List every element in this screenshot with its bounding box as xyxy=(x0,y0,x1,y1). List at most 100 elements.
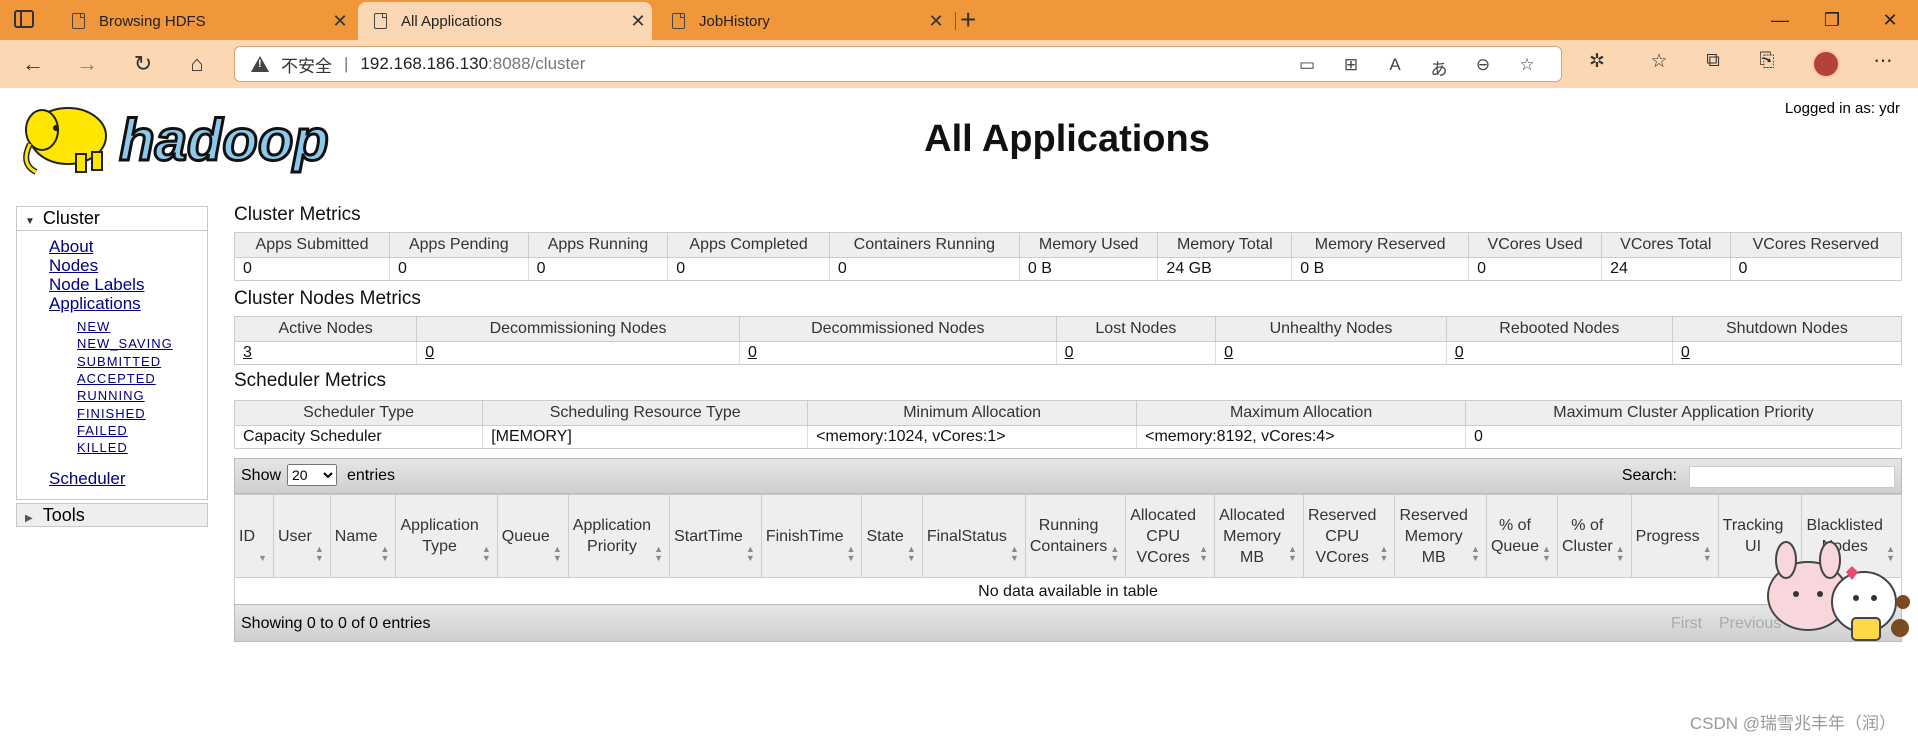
add-favorite-icon[interactable]: ☆ xyxy=(1515,55,1539,75)
page-icon xyxy=(72,13,85,29)
header-apps-completed: Apps Completed xyxy=(667,232,830,258)
new-tab-button[interactable]: + xyxy=(960,4,976,36)
link-shutdown-nodes[interactable]: 0 xyxy=(1681,344,1690,361)
header-scheduling-resource-type: Scheduling Resource Type xyxy=(482,400,809,426)
column-header-finishtime[interactable]: FinishTime ▲ ▼ xyxy=(760,494,863,578)
scheduler-metrics-title: Scheduler Metrics xyxy=(234,370,387,391)
zoom-out-icon[interactable]: ⊖ xyxy=(1471,55,1495,75)
restore-icon[interactable]: ❐ xyxy=(1812,6,1852,34)
state-link-accepted[interactable]: ACCEPTED xyxy=(77,371,156,386)
sidebar-tools-header[interactable]: ▶ Tools xyxy=(16,503,208,527)
state-link-submitted[interactable]: SUBMITTED xyxy=(77,354,161,369)
column-header-reserved-cpu-vcores[interactable]: Reserved CPU VCores ▲ ▼ xyxy=(1302,494,1396,578)
column-header-state[interactable]: State ▲ ▼ xyxy=(861,494,923,578)
read-aloud-icon[interactable]: A xyxy=(1383,55,1407,75)
sort-descending-icon: ▼ xyxy=(258,553,267,563)
column-header-running-containers[interactable]: Running Containers ▲ ▼ xyxy=(1024,494,1127,578)
column-header-name[interactable]: Name ▲ ▼ xyxy=(329,494,397,578)
column-header-label: Allocated Memory MB xyxy=(1219,506,1285,566)
extensions-icon[interactable]: ✲ xyxy=(1582,50,1612,73)
column-header-starttime[interactable]: StartTime ▲ ▼ xyxy=(669,494,762,578)
column-header-user[interactable]: User ▲ ▼ xyxy=(273,494,331,578)
sidebar-cluster-header[interactable]: ▼ Cluster xyxy=(17,207,207,231)
url-field[interactable]: 不安全 | 192.168.186.130:8088/cluster ▭ ⊞ A… xyxy=(234,46,1562,82)
tab-all-applications[interactable]: All Applications ✕ xyxy=(358,2,652,40)
column-header-finalstatus[interactable]: FinalStatus ▲ ▼ xyxy=(921,494,1026,578)
sort-icon: ▲▼ xyxy=(1379,544,1389,563)
table-row: 0 0 0 0 0 0 B 24 GB 0 B 0 24 0 xyxy=(234,257,1903,281)
value-memory-reserved: 0 B xyxy=(1291,257,1469,281)
sort-icon: ▲▼ xyxy=(906,544,916,563)
link-decommissioning-nodes[interactable]: 0 xyxy=(425,344,434,361)
sort-icon: ▲▼ xyxy=(481,544,491,563)
search-input[interactable] xyxy=(1689,466,1895,488)
column-header-label: State xyxy=(866,527,904,545)
link-active-nodes[interactable]: 3 xyxy=(243,344,252,361)
state-link-new[interactable]: NEW xyxy=(77,319,110,334)
column-header-application-type[interactable]: Application Type ▲ ▼ xyxy=(395,494,498,578)
tab-actions-icon[interactable] xyxy=(14,10,34,28)
cell-decommissioned-nodes: 0 xyxy=(738,341,1057,365)
apps-icon[interactable]: ⊞ xyxy=(1339,55,1363,75)
not-secure-icon[interactable] xyxy=(251,56,269,72)
table-row: No data available in table xyxy=(234,577,1902,607)
state-link-finished[interactable]: FINISHED xyxy=(77,406,146,421)
screenshot-icon[interactable]: ⎘ xyxy=(1752,50,1782,72)
header-apps-submitted: Apps Submitted xyxy=(234,232,390,258)
show-label: Show xyxy=(241,467,282,484)
refresh-icon[interactable]: ↻ xyxy=(126,48,160,80)
translate-icon[interactable]: あ xyxy=(1427,55,1451,80)
column-header-application-priority[interactable]: Application Priority ▲ ▼ xyxy=(567,494,671,578)
value-apps-pending: 0 xyxy=(389,257,529,281)
forward-icon[interactable]: → xyxy=(70,48,104,80)
address-bar: ← → ↻ ⌂ 不安全 | 192.168.186.130:8088/clust… xyxy=(0,40,1918,88)
favorites-icon[interactable]: ☆ xyxy=(1644,50,1674,73)
tab-jobhistory[interactable]: JobHistory ✕ xyxy=(656,2,950,40)
column-header-queue[interactable]: Queue ▲ ▼ xyxy=(496,494,569,578)
sidebar-item-scheduler[interactable]: Scheduler xyxy=(49,469,126,489)
column-header-label: % of Queue xyxy=(1490,517,1539,555)
column-header-allocated-cpu-vcores[interactable]: Allocated CPU VCores ▲ ▼ xyxy=(1125,494,1216,578)
close-tab-icon[interactable]: ✕ xyxy=(922,11,950,32)
apps-table-footer: Showing 0 to 0 of 0 entries First Previo… xyxy=(234,604,1902,642)
column-header-allocated-memory-mb[interactable]: Allocated Memory MB ▲ ▼ xyxy=(1214,494,1304,578)
device-icon[interactable]: ▭ xyxy=(1295,55,1319,75)
tab-title: Browsing HDFS xyxy=(99,12,206,30)
column-header-of-queue[interactable]: % of Queue ▲ ▼ xyxy=(1485,494,1558,578)
state-link-running[interactable]: RUNNING xyxy=(77,388,145,403)
column-header-of-cluster[interactable]: % of Cluster ▲ ▼ xyxy=(1556,494,1632,578)
cluster-metrics-table: Apps Submitted Apps Pending Apps Running… xyxy=(234,232,1903,281)
link-unhealthy-nodes[interactable]: 0 xyxy=(1224,344,1233,361)
sidebar-item-node-labels[interactable]: Node Labels xyxy=(49,275,144,295)
profile-avatar[interactable] xyxy=(1812,50,1840,78)
column-header-id[interactable]: ID ▼ xyxy=(234,494,274,578)
column-header-reserved-memory-mb[interactable]: Reserved Memory MB ▲ ▼ xyxy=(1394,494,1487,578)
link-rebooted-nodes[interactable]: 0 xyxy=(1455,344,1464,361)
minimize-icon[interactable]: — xyxy=(1760,6,1800,34)
sidebar-item-about[interactable]: About xyxy=(49,237,93,257)
column-header-progress[interactable]: Progress ▲ ▼ xyxy=(1630,494,1719,578)
state-link-failed[interactable]: FAILED xyxy=(77,423,128,438)
sidebar-item-nodes[interactable]: Nodes xyxy=(49,256,98,276)
link-lost-nodes[interactable]: 0 xyxy=(1065,344,1074,361)
page-size-select[interactable]: 20 xyxy=(287,464,337,486)
back-icon[interactable]: ← xyxy=(16,48,50,80)
column-header-label: % of Cluster xyxy=(1561,517,1613,555)
header-apps-pending: Apps Pending xyxy=(389,232,529,258)
close-window-icon[interactable]: ✕ xyxy=(1870,6,1910,34)
url-separator: | xyxy=(344,54,349,73)
state-link-new-saving[interactable]: NEW_SAVING xyxy=(77,336,173,351)
close-tab-icon[interactable]: ✕ xyxy=(624,11,652,32)
sort-icon: ▲▼ xyxy=(1110,544,1120,563)
collections-icon[interactable]: ⧉ xyxy=(1698,50,1728,72)
state-link-killed[interactable]: KILLED xyxy=(77,440,128,455)
tab-title: JobHistory xyxy=(699,12,770,30)
tab-browsing-hdfs[interactable]: Browsing HDFS ✕ xyxy=(56,2,354,40)
close-tab-icon[interactable]: ✕ xyxy=(326,11,354,32)
home-icon[interactable]: ⌂ xyxy=(180,48,214,80)
sidebar-item-applications[interactable]: Applications xyxy=(49,294,141,314)
link-decommissioned-nodes[interactable]: 0 xyxy=(748,344,757,361)
first-page-button[interactable]: First xyxy=(1671,615,1702,633)
more-icon[interactable]: ⋯ xyxy=(1868,50,1898,73)
column-header-label: Reserved CPU VCores xyxy=(1307,506,1377,566)
